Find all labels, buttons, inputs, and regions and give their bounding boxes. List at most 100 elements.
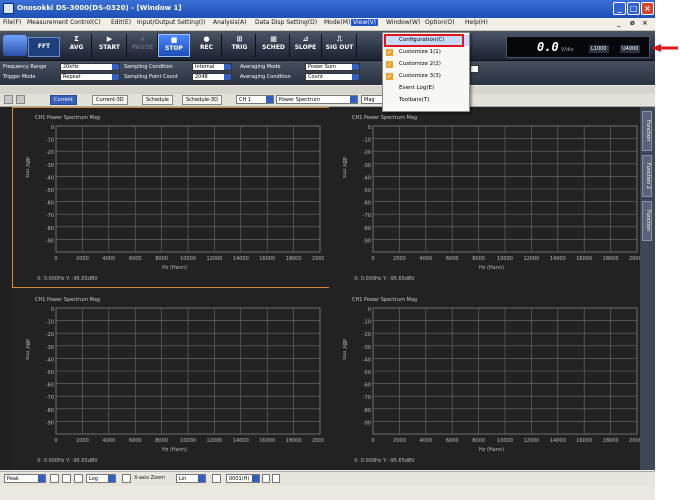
zoom-out-icon[interactable] <box>62 474 71 483</box>
x-axis-zoom-select[interactable]: Lin <box>176 474 206 483</box>
side-tab-function[interactable]: Function <box>642 111 652 151</box>
pause-button[interactable]: ⏸ PAUSE <box>128 34 158 57</box>
stop-button[interactable]: ■ STOP <box>158 34 190 57</box>
cursor-readout: X: 0.000Hz Y: -95.65dBV <box>354 458 415 464</box>
averaging-mode-label: Averaging Mode <box>240 64 281 70</box>
mdi-close-button[interactable]: × <box>642 19 648 27</box>
grid-icon[interactable] <box>16 95 25 104</box>
rec-button[interactable]: ● REC <box>192 34 222 57</box>
mdi-restore-button[interactable]: ø <box>630 19 635 27</box>
channel-select[interactable]: CH 1 <box>236 95 274 104</box>
pause-label: PAUSE <box>131 44 154 51</box>
averaging-mode-select[interactable]: Power Sum <box>305 63 360 71</box>
view-menu-toolbars[interactable]: Toolbars(T) <box>383 95 469 106</box>
y-tick-label: -30 <box>46 345 54 351</box>
stop-icon: ■ <box>170 36 178 44</box>
tab-schedule-3d[interactable]: Schedule-3D <box>182 95 222 105</box>
save-icon[interactable] <box>212 474 221 483</box>
tab-current-3d[interactable]: Current-3D <box>92 95 128 105</box>
x-tick-label: 14000 <box>550 256 566 262</box>
view-tab-row: Current Current-3D Schedule Schedule-3D … <box>0 94 655 107</box>
x-tick-label: 6000 <box>129 256 142 262</box>
side-tab-function-3[interactable]: Function <box>642 201 652 241</box>
avg-icon: Σ <box>74 35 79 43</box>
menu-analysis[interactable]: Analysis(A) <box>213 19 247 26</box>
averaging-condition-select[interactable]: Count <box>305 73 360 81</box>
view-menu-customize-2[interactable]: ✓ Customize 2(2) <box>383 59 469 70</box>
layout-icon[interactable] <box>4 95 13 104</box>
menu-option[interactable]: Option(O) <box>425 19 454 26</box>
x-axis-zoom-checkbox[interactable] <box>122 474 131 483</box>
minimize-button[interactable]: _ <box>613 2 626 15</box>
function-select[interactable]: Power Spectrum <box>276 95 358 104</box>
graph-panel-1[interactable]: CH1 Power Spectrum Mag dBV rms 0 -10 -20 -3… <box>12 107 336 288</box>
menu-mode[interactable]: Mode(M) <box>324 19 350 26</box>
menu-window[interactable]: Window(W) <box>386 19 420 26</box>
step-down-icon[interactable] <box>272 474 280 483</box>
view-menu-customize-3[interactable]: ✓ Customize 3(3) <box>383 71 469 82</box>
maximize-button[interactable]: □ <box>627 2 640 15</box>
y-tick-label: -70 <box>46 395 54 401</box>
y-tick-label: -40 <box>363 357 371 363</box>
y-tick-label: -90 <box>46 238 54 244</box>
avg-button[interactable]: Σ AVG <box>62 34 92 57</box>
menu-edit[interactable]: Edit(E) <box>111 19 131 26</box>
x-tick-label: 12000 <box>206 438 222 444</box>
frequency-range-select[interactable]: 20kHz <box>60 63 120 71</box>
y-tick-label: -80 <box>46 226 54 232</box>
sched-button[interactable]: ▦ SCHED <box>258 34 290 57</box>
view-menu-customize-1[interactable]: ✓ Customize 1(1) <box>383 47 469 58</box>
spectrum-plot[interactable]: 0 -10 -20 -30 -40 -50 -60 -70 -80 -90 0 2000 4000 600… <box>361 124 641 264</box>
channel-value: CH 1 <box>239 97 252 103</box>
spectrum-plot[interactable]: 0 -10 -20 -30 -40 -50 -60 -70 -80 -90 0 2000 4000 600… <box>44 124 324 264</box>
mdi-minimize-button[interactable]: _ <box>617 19 621 27</box>
sampling-point-count-select[interactable]: 2048 <box>192 73 232 81</box>
trigger-icon: ⊞ <box>236 35 243 43</box>
graph-panel-3[interactable]: CH1 Power Spectrum Mag dBV rms 0 -10 -20 -3… <box>12 289 336 470</box>
axis-scale-value: Log <box>89 476 98 482</box>
tab-current[interactable]: Current <box>50 95 77 105</box>
trigger-mode-select[interactable]: Repeat <box>60 73 120 81</box>
step-up-icon[interactable] <box>262 474 270 483</box>
x-tick-label: 16000 <box>576 438 592 444</box>
x-tick-label: 12000 <box>523 256 539 262</box>
frame-right-value: U4000 <box>620 45 641 53</box>
axis-scale-select[interactable]: Log <box>86 474 116 483</box>
sampling-condition-value: Internal <box>195 64 215 70</box>
zoom-in-icon[interactable] <box>50 474 59 483</box>
graph-panel-2[interactable]: CH1 Power Spectrum Mag dBV rms 0 -10 -20 -3… <box>329 107 653 288</box>
menu-help[interactable]: Help(H) <box>465 19 488 26</box>
peak-select[interactable]: Peak <box>4 474 46 483</box>
window-title: Onosokki DS-3000(DS-0320) - [Window 1] <box>17 4 182 12</box>
menu-view[interactable]: View(V) <box>351 19 379 26</box>
x-tick-label: 2000 <box>76 438 89 444</box>
menu-input-output-setting[interactable]: Input/Output Setting(I) <box>137 19 205 26</box>
start-button[interactable]: ▶ START <box>93 34 127 57</box>
close-button[interactable]: × <box>641 2 654 15</box>
menu-data-disp-setting[interactable]: Data Disp Setting(D) <box>255 19 317 26</box>
spectrum-plot[interactable]: 0 -10 -20 -30 -40 -50 -60 -70 -80 -90 0 2000 4000 600… <box>361 306 641 446</box>
title-bar: Onosokki DS-3000(DS-0320) - [Window 1] _… <box>0 0 655 18</box>
check-icon: ✓ <box>386 61 393 68</box>
x-tick-label: 12000 <box>206 256 222 262</box>
slope-button[interactable]: ⊿ SLOPE <box>290 34 322 57</box>
graph-panel-4[interactable]: CH1 Power Spectrum Mag dBV rms 0 -10 -20 -3… <box>329 289 653 470</box>
sampling-condition-select[interactable]: Internal <box>192 63 232 71</box>
x-tick-label: 2000 <box>76 256 89 262</box>
fft-mode-button[interactable]: FFT <box>28 37 60 57</box>
side-tab-function-2[interactable]: Function 2 <box>642 155 652 197</box>
sig-out-button[interactable]: ⎍ SIG OUT <box>323 34 357 57</box>
dropdown-arrow-icon <box>252 475 259 482</box>
x-tick-label: 14000 <box>550 438 566 444</box>
x-tick-label: 4000 <box>102 438 115 444</box>
customize-3-label: Customize 3(3) <box>399 73 441 79</box>
trig-button[interactable]: ⊞ TRIG <box>224 34 256 57</box>
spectrum-plot[interactable]: 0 -10 -20 -30 -40 -50 -60 -70 -80 -90 0 2000 4000 600… <box>44 306 324 446</box>
zoom-reset-icon[interactable] <box>74 474 83 483</box>
menu-file[interactable]: File(F) <box>3 19 21 26</box>
frame-select[interactable]: 0001(H) <box>226 474 260 483</box>
menu-measurement-control[interactable]: Measurement Control(C) <box>27 19 101 26</box>
parameter-checkbox[interactable] <box>470 65 479 73</box>
tab-schedule[interactable]: Schedule <box>142 95 173 105</box>
view-menu-event-log[interactable]: Event Log(E) <box>383 83 469 94</box>
